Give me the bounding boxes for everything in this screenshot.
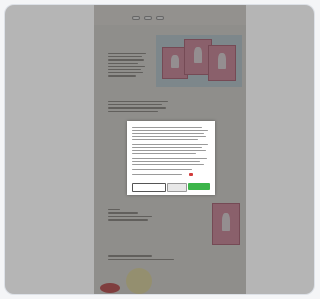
manage-preferences-button[interactable] <box>132 183 166 192</box>
reject-button[interactable] <box>167 183 187 192</box>
accept-button[interactable] <box>188 183 210 190</box>
toggle-icon[interactable] <box>189 173 193 176</box>
cookie-consent-modal <box>127 121 215 195</box>
preview-card <box>4 4 315 295</box>
